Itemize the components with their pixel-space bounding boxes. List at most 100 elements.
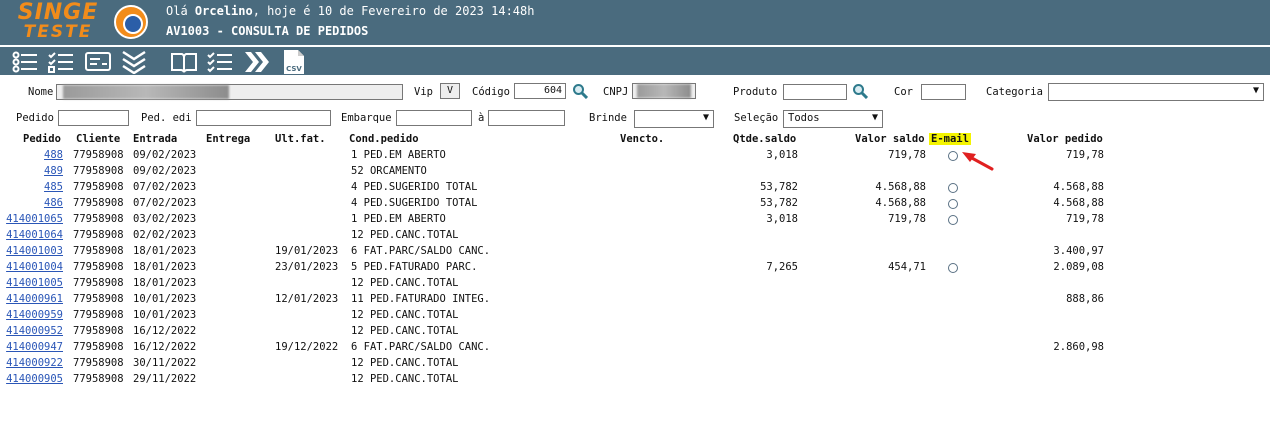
col-valor-pedido[interactable]: Valor pedido [1027,133,1103,145]
order-link[interactable]: 414000947 [6,341,63,353]
embarque-to-field[interactable] [488,110,565,126]
col-qtde-saldo[interactable]: Qtde.saldo [733,133,796,145]
entry-date: 10/01/2023 [133,309,197,321]
brinde-select[interactable]: ▼ [634,110,714,128]
selecao-label: Seleção [734,112,779,124]
order-link[interactable]: 414000905 [6,373,63,385]
chevrons-down-icon[interactable] [120,50,148,75]
table-row: 486 77958908 07/02/2023 4 PED.SUGERIDO TOTA… [0,197,1270,213]
email-radio[interactable] [948,151,958,161]
codigo-field[interactable]: 604 [514,83,566,99]
embarque-from-field[interactable] [396,110,472,126]
table-row: 489 77958908 09/02/2023 52 ORCAMENTO [0,165,1270,181]
order-link[interactable]: 414000922 [6,357,63,369]
order-value: 2.089,08 [1053,261,1104,273]
col-ult-fat[interactable]: Ult.fat. [275,133,326,145]
col-pedido[interactable]: Pedido [23,133,61,145]
categoria-select[interactable]: ▼ [1048,83,1264,101]
client-code: 77958908 [73,229,124,241]
produto-search-icon[interactable] [852,83,868,99]
client-code: 77958908 [73,277,124,289]
value-balance: 4.568,88 [875,197,926,209]
embarque-to-label: à [478,112,485,124]
double-chevron-right-icon[interactable] [243,50,271,74]
chevron-down-icon: ▼ [702,112,709,123]
client-code: 77958908 [73,309,124,321]
email-radio[interactable] [948,199,958,209]
order-link[interactable]: 489 [44,165,63,177]
order-link[interactable]: 486 [44,197,63,209]
col-entrada[interactable]: Entrada [133,133,177,145]
list-icon[interactable] [11,50,39,74]
col-cond-pedido[interactable]: Cond.pedido [349,133,419,145]
client-code: 77958908 [73,181,124,193]
pedido-field[interactable] [58,110,129,126]
order-value: 4.568,88 [1053,197,1104,209]
order-link[interactable]: 414001003 [6,245,63,257]
produto-field[interactable] [783,84,847,100]
email-radio[interactable] [948,215,958,225]
order-condition: 12 PED.CANC.TOTAL [351,357,459,369]
chevron-down-icon: ▼ [1252,85,1259,96]
client-code: 77958908 [73,325,124,337]
order-condition: 4 PED.SUGERIDO TOTAL [351,181,478,193]
order-condition: 12 PED.CANC.TOTAL [351,373,459,385]
svg-text:CSV: CSV [286,65,302,73]
entry-date: 16/12/2022 [133,325,197,337]
cnpj-field[interactable] [632,83,696,99]
entry-date: 02/02/2023 [133,229,197,241]
order-link[interactable]: 414001004 [6,261,63,273]
last-invoice-date: 19/12/2022 [275,341,339,353]
client-code: 77958908 [73,373,124,385]
checklist-icon[interactable] [47,50,75,74]
annotation-arrow-icon [962,152,994,171]
order-link[interactable]: 414001065 [6,213,63,225]
table-row: 414001003 77958908 18/01/2023 19/01/2023 6 F… [0,245,1270,261]
qty-balance: 53,782 [760,181,798,193]
order-link[interactable]: 414001064 [6,229,63,241]
book-icon[interactable] [170,50,198,74]
ped-edi-field[interactable] [196,110,331,126]
order-condition: 1 PED.EM ABERTO [351,213,446,225]
table-row: 414001064 77958908 02/02/2023 12 PED.CANC.T… [0,229,1270,245]
brand-env: TESTE [23,22,93,42]
col-vencto[interactable]: Vencto. [620,133,664,145]
value-balance: 719,78 [888,213,926,225]
order-condition: 11 PED.FATURADO INTEG. [351,293,491,305]
col-valor-saldo[interactable]: Valor saldo [855,133,925,145]
order-link[interactable]: 414000959 [6,309,63,321]
embarque-label: Embarque [341,112,392,124]
order-link[interactable]: 414000952 [6,325,63,337]
col-entrega[interactable]: Entrega [206,133,250,145]
chevron-down-icon: ▼ [871,112,878,123]
cor-field[interactable] [921,84,966,100]
entry-date: 18/01/2023 [133,261,197,273]
email-radio[interactable] [948,263,958,273]
order-link[interactable]: 488 [44,149,63,161]
value-balance: 454,71 [888,261,926,273]
brand-emblem-icon [114,5,148,39]
csv-icon[interactable]: CSV [280,50,308,74]
table-row: 414000947 77958908 16/12/2022 19/12/2022 6 F… [0,341,1270,357]
tasklist-icon[interactable] [206,50,234,74]
nome-field[interactable] [56,84,403,100]
email-radio[interactable] [948,183,958,193]
entry-date: 29/11/2022 [133,373,197,385]
card-icon[interactable] [84,50,112,74]
last-invoice-date: 23/01/2023 [275,261,339,273]
email-header-label: E-mail [929,133,971,145]
table-row: 414000905 77958908 29/11/2022 12 PED.CANC.T… [0,373,1270,389]
order-link[interactable]: 485 [44,181,63,193]
order-condition: 6 FAT.PARC/SALDO CANC. [351,341,491,353]
col-email[interactable]: E-mail [929,133,971,145]
order-link[interactable]: 414000961 [6,293,63,305]
order-link[interactable]: 414001005 [6,277,63,289]
col-cliente[interactable]: Cliente [76,133,120,145]
codigo-search-icon[interactable] [572,83,588,99]
table-row: 414000952 77958908 16/12/2022 12 PED.CANC.T… [0,325,1270,341]
cnpj-label: CNPJ [603,86,629,98]
client-code: 77958908 [73,293,124,305]
selecao-select[interactable]: Todos ▼ [783,110,883,128]
selecao-value: Todos [788,112,820,124]
vip-field[interactable]: V [440,83,460,99]
